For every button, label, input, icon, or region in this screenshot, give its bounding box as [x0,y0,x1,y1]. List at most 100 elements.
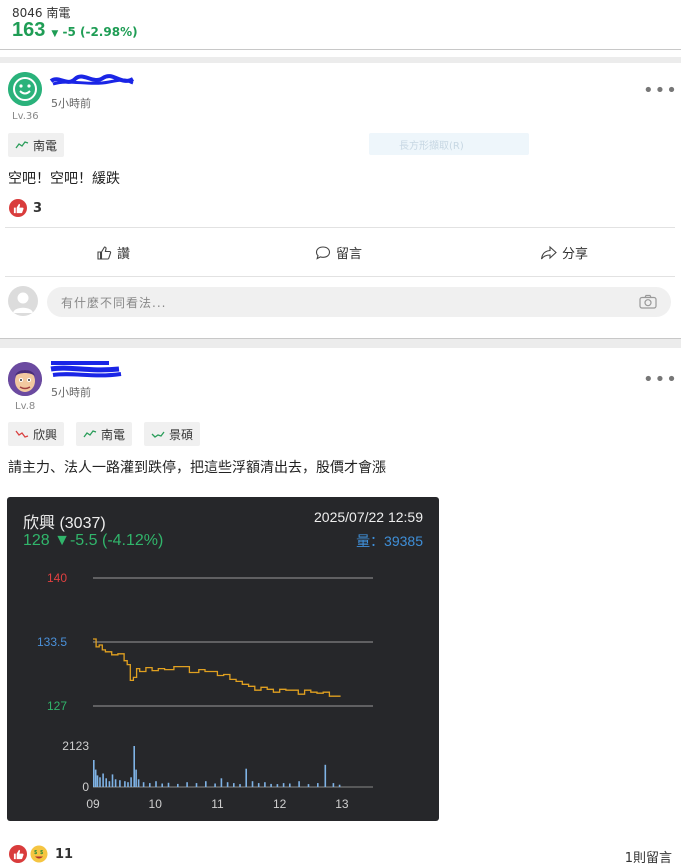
volume-bar [251,781,254,787]
volume-bar [317,783,319,787]
volume-bar [239,784,241,787]
post-text: 請主力、法人一路灌到跌停，把這些浮額清出去，股價才會漲 [8,460,386,476]
user-level: Lv.8 [15,401,36,412]
stock-tag[interactable]: 南電 [76,422,133,446]
user-level: Lv.36 [12,111,39,122]
volume-bar [257,783,260,787]
share-label: 分享 [562,247,589,262]
y-tick-label: 140 [47,571,67,585]
volume-bar [186,782,188,787]
volume-bar [195,783,198,787]
post-text: 空吧！空吧！緩跌 [8,171,120,187]
stock-tag[interactable]: 欣興 [8,422,65,446]
volume-bar [324,764,327,787]
down-arrow-icon: ▼ [51,29,59,39]
price-line [93,638,341,697]
volume-bar [111,774,114,787]
volume-bar [289,783,291,787]
screenshot-tool-button[interactable]: 長方形擷取(R) [369,133,529,155]
my-avatar [8,286,38,316]
comment-label: 留言 [336,247,363,262]
volume-bar [99,777,101,787]
volume-bar [233,783,235,787]
volume-bar [108,781,111,787]
volume-bar [332,783,335,787]
stock-tag[interactable]: 南電 [8,133,65,157]
volume-bar [226,782,229,787]
section-gap [0,339,681,348]
x-tick-label: 11 [211,797,224,811]
volume-bar [307,784,310,787]
volume-bar [133,746,135,787]
header-divider [0,49,681,50]
cartoon-avatar-icon [8,362,42,396]
username-redacted[interactable] [49,359,123,381]
volume-bar [127,782,129,787]
volume-bar [276,784,279,787]
volume-bar [114,779,117,787]
stock-tag[interactable]: 景碩 [144,422,201,446]
volume-bar [270,783,272,787]
like-label: 讚 [117,247,131,262]
avatar[interactable] [8,72,42,106]
share-button[interactable]: 分享 [540,243,588,262]
stock-change-value: -5 (-2.98%) [62,25,138,39]
post-time: 5小時前 [51,386,91,399]
like-button[interactable]: 讚 [96,243,130,262]
smiley-avatar-icon [8,72,42,106]
volume-bar [338,784,341,787]
volume-max-label: 2123 [62,739,89,753]
stock-tag-label: 景碩 [169,427,194,442]
x-tick-label: 09 [86,797,100,811]
x-tick-label: 10 [149,797,163,811]
avatar[interactable] [8,362,42,396]
camera-icon[interactable] [639,294,657,309]
stock-change: ▼ -5 (-2.98%) [51,25,137,39]
svg-text:$: $ [40,850,43,856]
volume-bar [142,782,145,787]
stock-price: 163 [12,19,46,41]
comments-count-link[interactable]: 1則留言 [625,847,672,866]
svg-text:$: $ [34,850,37,856]
volume-bar [177,783,179,787]
divider [5,227,675,228]
volume-bar [105,778,107,787]
x-tick-label: 12 [273,797,287,811]
y-tick-label: 133.5 [37,635,67,649]
thumbs-up-reaction-icon [9,199,27,217]
reaction-summary[interactable]: 3 [9,199,42,217]
volume-bar [130,777,132,787]
section-gap [0,57,681,63]
trend-icon [15,141,29,149]
stock-chart-card[interactable]: 欣興 (3037) 2025/07/22 12:59 128 ▼-5.5 (-4… [7,497,439,821]
username-redacted[interactable] [49,73,135,87]
reaction-count: 11 [55,846,74,862]
more-options-button[interactable]: ••• [643,80,678,101]
reaction-summary[interactable]: $ $ 11 [9,845,73,863]
thumbs-up-icon [97,245,112,260]
trend-down-icon [15,430,29,438]
default-user-icon [13,292,33,313]
y-tick-label: 127 [47,699,67,713]
volume-bar [167,782,170,787]
more-options-button[interactable]: ••• [643,369,678,390]
comment-input[interactable]: 有什麼不同看法... [47,287,671,317]
volume-bar [205,781,207,787]
share-arrow-icon [540,245,557,259]
comment-button[interactable]: 留言 [315,243,362,262]
volume-bar [214,783,216,787]
volume-bar [161,783,163,787]
volume-bar [137,779,140,787]
thumbs-up-reaction-icon [9,845,27,863]
volume-bar [264,782,266,787]
volume-bar [93,760,95,787]
volume-bar [102,773,104,787]
volume-bar [96,775,99,787]
comment-placeholder: 有什麼不同看法... [61,295,167,310]
volume-bar [298,781,300,787]
volume-bar [282,783,285,787]
volume-bar [149,783,151,787]
stock-tag-label: 欣興 [33,427,58,442]
volume-bar [245,768,247,787]
intraday-chart: 140 133.5 127 2123 0 09 10 11 12 13 [37,571,373,811]
